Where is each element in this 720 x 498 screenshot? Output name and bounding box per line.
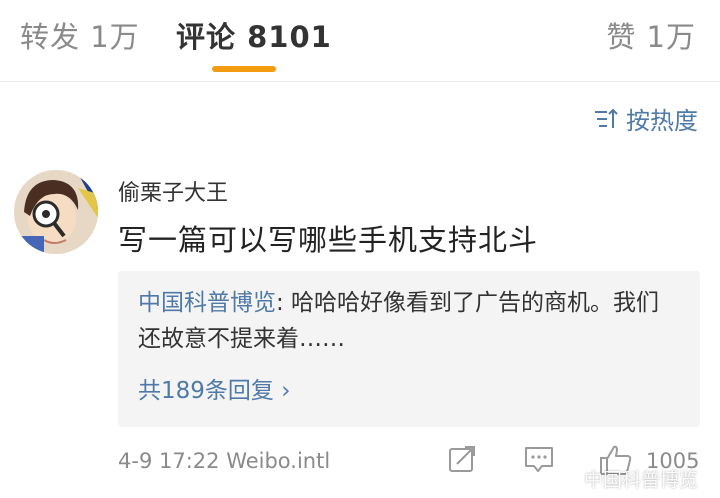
comment-tabs: 转发 1万 评论 8101 赞 1万 <box>0 0 720 82</box>
share-icon[interactable] <box>447 444 477 474</box>
reply-author[interactable]: 中国科普博览 <box>138 290 276 316</box>
comment-time: 4-9 17:22 <box>118 449 220 473</box>
sort-icon <box>595 108 618 128</box>
tab-comments[interactable]: 评论 8101 <box>176 14 332 56</box>
watermark: 中国科普博览 <box>584 465 698 492</box>
view-all-replies-link[interactable]: 共189条回复 › <box>138 371 290 405</box>
comment-text: 写一篇可以写哪些手机支持北斗 <box>118 223 539 257</box>
reply-preview[interactable]: 中国科普博览: 哈哈哈好像看到了广告的商机。我们还故意不提来着…… 共189条回… <box>118 271 700 427</box>
tab-repost[interactable]: 转发 1万 <box>20 14 140 56</box>
tabs-divider <box>0 81 720 82</box>
avatar[interactable] <box>14 170 98 254</box>
tab-likes[interactable]: 赞 1万 <box>606 14 696 56</box>
comment-meta: 4-9 17:22 Weibo.intl <box>118 449 330 473</box>
comment-source: Weibo.intl <box>226 449 331 473</box>
sort-by-hot-button[interactable]: 按热度 <box>594 101 698 136</box>
comment-icon[interactable] <box>523 444 555 474</box>
avatar-cartoon-icon <box>14 170 98 254</box>
watermark-text: 中国科普博览 <box>583 469 698 491</box>
comment-username[interactable]: 偷栗子大王 <box>118 175 228 207</box>
sort-label: 按热度 <box>626 107 698 135</box>
reply-text-block: 中国科普博览: 哈哈哈好像看到了广告的商机。我们还故意不提来着…… <box>138 285 678 357</box>
active-tab-indicator <box>212 66 276 72</box>
